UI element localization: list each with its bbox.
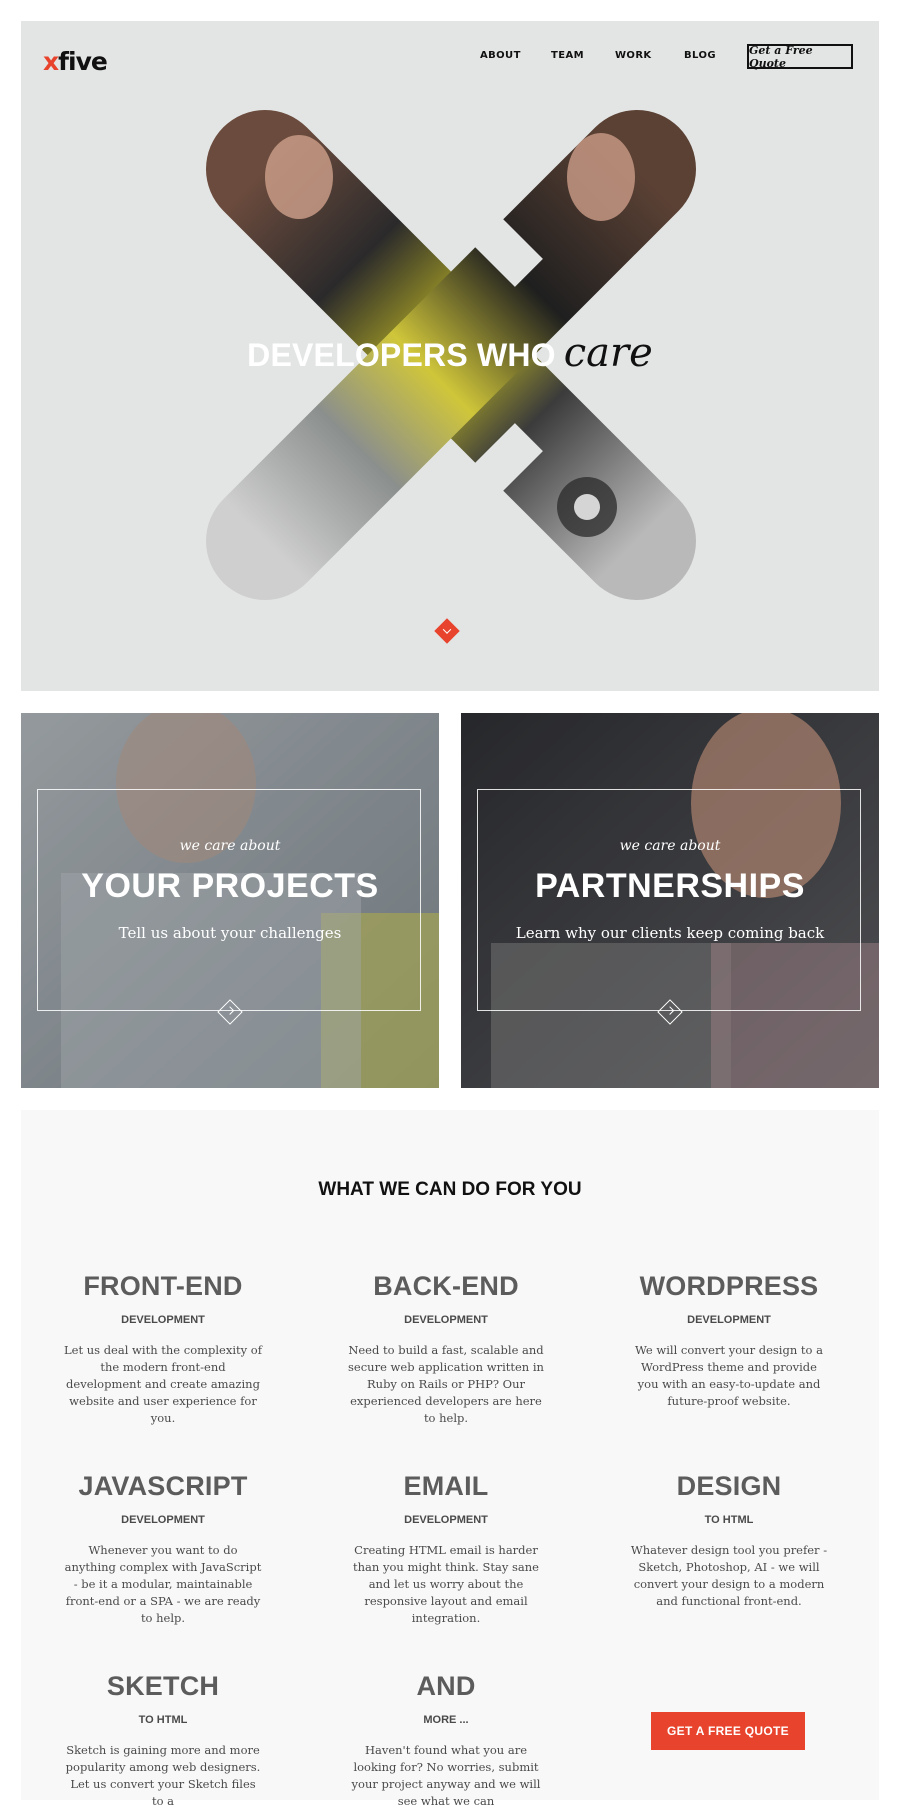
logo-wordmark: five <box>58 47 108 76</box>
card-eyebrow: we care about <box>179 838 281 854</box>
service-and-more: AND MORE ... Haven't found what you are … <box>346 1670 546 1810</box>
service-description: Whatever design tool you prefer - Sketch… <box>630 1543 828 1608</box>
get-free-quote-button[interactable]: Get a Free Quote <box>747 44 853 70</box>
card-subtitle: Tell us about your challenges <box>118 924 342 942</box>
card-title: YOUR PROJECTS <box>81 867 379 905</box>
service-title: JAVASCRIPT <box>78 1471 248 1501</box>
service-subtitle: MORE ... <box>423 1714 469 1726</box>
service-title: AND <box>416 1671 476 1701</box>
service-title: WORDPRESS <box>639 1271 819 1301</box>
scroll-down-chevron-icon[interactable] <box>434 618 460 644</box>
card-subtitle: Learn why our clients keep coming back <box>515 924 825 942</box>
service-javascript: JAVASCRIPT DEVELOPMENT Whenever you want… <box>63 1470 263 1627</box>
service-description: Need to build a fast, scalable and secur… <box>348 1343 544 1425</box>
card-title: PARTNERSHIPS <box>535 867 805 905</box>
service-description: Let us deal with the complexity of the m… <box>64 1343 262 1425</box>
nav-item-team[interactable]: TEAM <box>551 50 584 61</box>
service-subtitle: TO HTML <box>138 1714 188 1726</box>
get-free-quote-cta-button[interactable]: GET A FREE QUOTE <box>651 1712 805 1750</box>
service-wordpress: WORDPRESS DEVELOPMENT We will convert yo… <box>629 1270 829 1410</box>
service-description: Whenever you want to do anything complex… <box>64 1543 262 1625</box>
service-title: BACK-END <box>373 1271 519 1301</box>
service-subtitle: DEVELOPMENT <box>404 1514 488 1526</box>
service-subtitle: DEVELOPMENT <box>121 1314 205 1326</box>
service-back-end: BACK-END DEVELOPMENT Need to build a fas… <box>346 1270 546 1427</box>
service-subtitle: DEVELOPMENT <box>687 1314 771 1326</box>
service-description: Creating HTML email is harder than you m… <box>353 1543 539 1625</box>
nav-item-blog[interactable]: BLOG <box>684 50 716 61</box>
service-title: DESIGN <box>676 1471 782 1501</box>
service-subtitle: TO HTML <box>704 1514 754 1526</box>
service-subtitle: DEVELOPMENT <box>121 1514 205 1526</box>
hero-x-photo-graphic <box>206 110 696 600</box>
service-title: SKETCH <box>106 1671 220 1701</box>
service-front-end: FRONT-END DEVELOPMENT Let us deal with t… <box>63 1270 263 1427</box>
service-design: DESIGN TO HTML Whatever design tool you … <box>629 1470 829 1610</box>
card-your-projects[interactable]: we care about YOUR PROJECTS Tell us abou… <box>21 713 439 1088</box>
service-title: EMAIL <box>403 1471 489 1501</box>
service-sketch: SKETCH TO HTML Sketch is gaining more an… <box>63 1670 263 1810</box>
service-subtitle: DEVELOPMENT <box>404 1314 488 1326</box>
services-section: WHAT WE CAN DO FOR YOU FRONT-END DEVELOP… <box>21 1110 879 1808</box>
card-partnerships[interactable]: we care about PARTNERSHIPS Learn why our… <box>461 713 879 1088</box>
nav-item-work[interactable]: WORK <box>615 50 652 61</box>
service-email: EMAIL DEVELOPMENT Creating HTML email is… <box>346 1470 546 1627</box>
logo-x-mark: x <box>43 47 59 76</box>
services-heading: WHAT WE CAN DO FOR YOU <box>318 1179 582 1200</box>
service-title: FRONT-END <box>83 1271 243 1301</box>
hero-section: xfive ABOUT TEAM WORK BLOG Get a Free Qu… <box>21 21 879 691</box>
nav-item-about[interactable]: ABOUT <box>480 50 521 61</box>
service-description: We will convert your design to a WordPre… <box>635 1343 823 1408</box>
xfive-logo[interactable]: xfive <box>43 47 108 76</box>
card-eyebrow: we care about <box>619 838 721 854</box>
